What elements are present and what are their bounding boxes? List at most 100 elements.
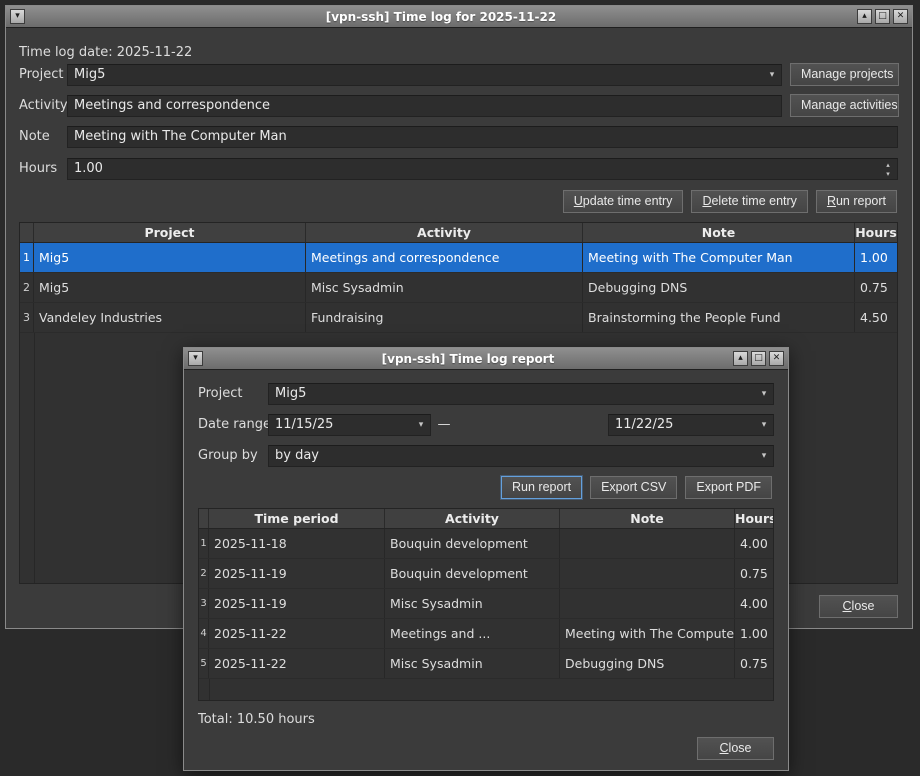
export-pdf-label: Export PDF	[696, 477, 761, 498]
cell-hours: 0.75	[735, 559, 773, 588]
cell-activity: Meetings and ...	[385, 619, 560, 648]
table-row[interactable]: 1 Mig5 Meetings and correspondence Meeti…	[20, 243, 897, 273]
cell-activity: Misc Sysadmin	[385, 589, 560, 618]
manage-projects-button[interactable]: Manage projects	[790, 63, 899, 86]
export-csv-button[interactable]: Export CSV	[590, 476, 677, 499]
spin-up-icon[interactable]: ▴	[886, 161, 890, 169]
report-project-value: Mig5	[275, 386, 306, 401]
header-activity[interactable]: Activity	[385, 509, 560, 528]
close-icon[interactable]: ✕	[893, 9, 908, 24]
row-number: 1	[199, 529, 209, 558]
cell-hours: 4.00	[735, 589, 773, 618]
window-menu-icon[interactable]: ▾	[188, 351, 203, 366]
header-note[interactable]: Note	[560, 509, 735, 528]
report-titlebar[interactable]: ▾ [vpn-ssh] Time log report ▴ □ ✕	[184, 348, 788, 370]
total-hours-label: Total: 10.50 hours	[198, 712, 315, 727]
report-project-combobox[interactable]: Mig5 ▾	[268, 383, 774, 405]
table-header: Project Activity Note Hours	[20, 223, 897, 243]
report-table: Time period Activity Note Hours 1 2025-1…	[198, 508, 774, 701]
header-activity[interactable]: Activity	[306, 223, 583, 242]
row-number: 2	[199, 559, 209, 588]
date-to-combobox[interactable]: 11/22/25 ▾	[608, 414, 774, 436]
header-hours[interactable]: Hours	[855, 223, 897, 242]
cell-hours: 0.75	[855, 273, 897, 302]
cell-time-period: 2025-11-18	[209, 529, 385, 558]
table-row[interactable]: 5 2025-11-22 Misc Sysadmin Debugging DNS…	[199, 649, 773, 679]
export-pdf-button[interactable]: Export PDF	[685, 476, 772, 499]
table-row[interactable]: 3 Vandeley Industries Fundraising Brains…	[20, 303, 897, 333]
report-close-label: Close	[708, 738, 763, 759]
header-row-number	[20, 223, 34, 242]
cell-activity: Misc Sysadmin	[306, 273, 583, 302]
cell-time-period: 2025-11-22	[209, 619, 385, 648]
note-input[interactable]: Meeting with The Computer Man	[67, 126, 898, 148]
report-run-report-label: Run report	[512, 477, 571, 498]
cell-activity: Bouquin development	[385, 559, 560, 588]
cell-hours: 1.00	[735, 619, 773, 648]
row-number: 2	[20, 273, 34, 302]
row-number: 3	[20, 303, 34, 332]
activity-label: Activity	[19, 95, 68, 117]
report-actions: Run report Export CSV Export PDF	[501, 476, 772, 499]
project-label: Project	[19, 64, 63, 86]
cell-project: Mig5	[34, 243, 306, 272]
chevron-down-icon: ▾	[755, 384, 773, 404]
project-combobox[interactable]: Mig5 ▾	[67, 64, 782, 86]
shade-icon[interactable]: ▴	[733, 351, 748, 366]
cell-note	[560, 559, 735, 588]
activity-input-value: Meetings and correspondence	[74, 98, 270, 113]
entry-actions: Update time entry Delete time entry Run …	[563, 190, 897, 213]
cell-activity: Meetings and correspondence	[306, 243, 583, 272]
cell-note: Debugging DNS	[560, 649, 735, 678]
report-table-header: Time period Activity Note Hours	[199, 509, 773, 529]
note-input-value: Meeting with The Computer Man	[74, 129, 287, 144]
cell-hours: 4.50	[855, 303, 897, 332]
cell-time-period: 2025-11-19	[209, 559, 385, 588]
table-row[interactable]: 4 2025-11-22 Meetings and ... Meeting wi…	[199, 619, 773, 649]
project-combobox-value: Mig5	[74, 67, 105, 82]
cell-time-period: 2025-11-19	[209, 589, 385, 618]
chevron-down-icon: ▾	[763, 65, 781, 85]
date-from-combobox[interactable]: 11/15/25 ▾	[268, 414, 431, 436]
spin-down-icon[interactable]: ▾	[886, 170, 890, 178]
run-report-button[interactable]: Run report	[816, 190, 897, 213]
hours-label: Hours	[19, 158, 57, 180]
maximize-icon[interactable]: □	[751, 351, 766, 366]
header-hours[interactable]: Hours	[735, 509, 773, 528]
hours-spinbox-value: 1.00	[74, 161, 103, 176]
report-close-button[interactable]: Close	[697, 737, 774, 760]
header-note[interactable]: Note	[583, 223, 855, 242]
main-window-title: [vpn-ssh] Time log for 2025-11-22	[28, 10, 854, 24]
time-log-date-label: Time log date: 2025-11-22	[19, 45, 192, 60]
close-button[interactable]: Close	[819, 595, 898, 618]
delete-time-entry-button[interactable]: Delete time entry	[691, 190, 808, 213]
group-by-combobox[interactable]: by day ▾	[268, 445, 774, 467]
update-time-entry-button[interactable]: Update time entry	[563, 190, 684, 213]
table-row[interactable]: 1 2025-11-18 Bouquin development 4.00	[199, 529, 773, 559]
manage-activities-label: Manage activities	[801, 95, 888, 116]
cell-note: Brainstorming the People Fund	[583, 303, 855, 332]
chevron-down-icon: ▾	[755, 446, 773, 466]
hours-spinbox[interactable]: 1.00 ▴ ▾	[67, 158, 898, 180]
row-number: 4	[199, 619, 209, 648]
delete-time-entry-label: Delete time entry	[702, 191, 797, 212]
maximize-icon[interactable]: □	[875, 9, 890, 24]
table-row[interactable]: 2 2025-11-19 Bouquin development 0.75	[199, 559, 773, 589]
manage-projects-label: Manage projects	[801, 64, 888, 85]
report-run-report-button[interactable]: Run report	[501, 476, 582, 499]
header-project[interactable]: Project	[34, 223, 306, 242]
shade-icon[interactable]: ▴	[857, 9, 872, 24]
activity-input[interactable]: Meetings and correspondence	[67, 95, 782, 117]
table-row[interactable]: 2 Mig5 Misc Sysadmin Debugging DNS 0.75	[20, 273, 897, 303]
manage-activities-button[interactable]: Manage activities	[790, 94, 899, 117]
header-time-period[interactable]: Time period	[209, 509, 385, 528]
window-menu-icon[interactable]: ▾	[10, 9, 25, 24]
close-icon[interactable]: ✕	[769, 351, 784, 366]
main-titlebar[interactable]: ▾ [vpn-ssh] Time log for 2025-11-22 ▴ □ …	[6, 6, 912, 28]
cell-project: Mig5	[34, 273, 306, 302]
cell-time-period: 2025-11-22	[209, 649, 385, 678]
table-row[interactable]: 3 2025-11-19 Misc Sysadmin 4.00	[199, 589, 773, 619]
group-by-label: Group by	[198, 445, 258, 467]
row-number: 1	[20, 243, 34, 272]
row-number: 3	[199, 589, 209, 618]
